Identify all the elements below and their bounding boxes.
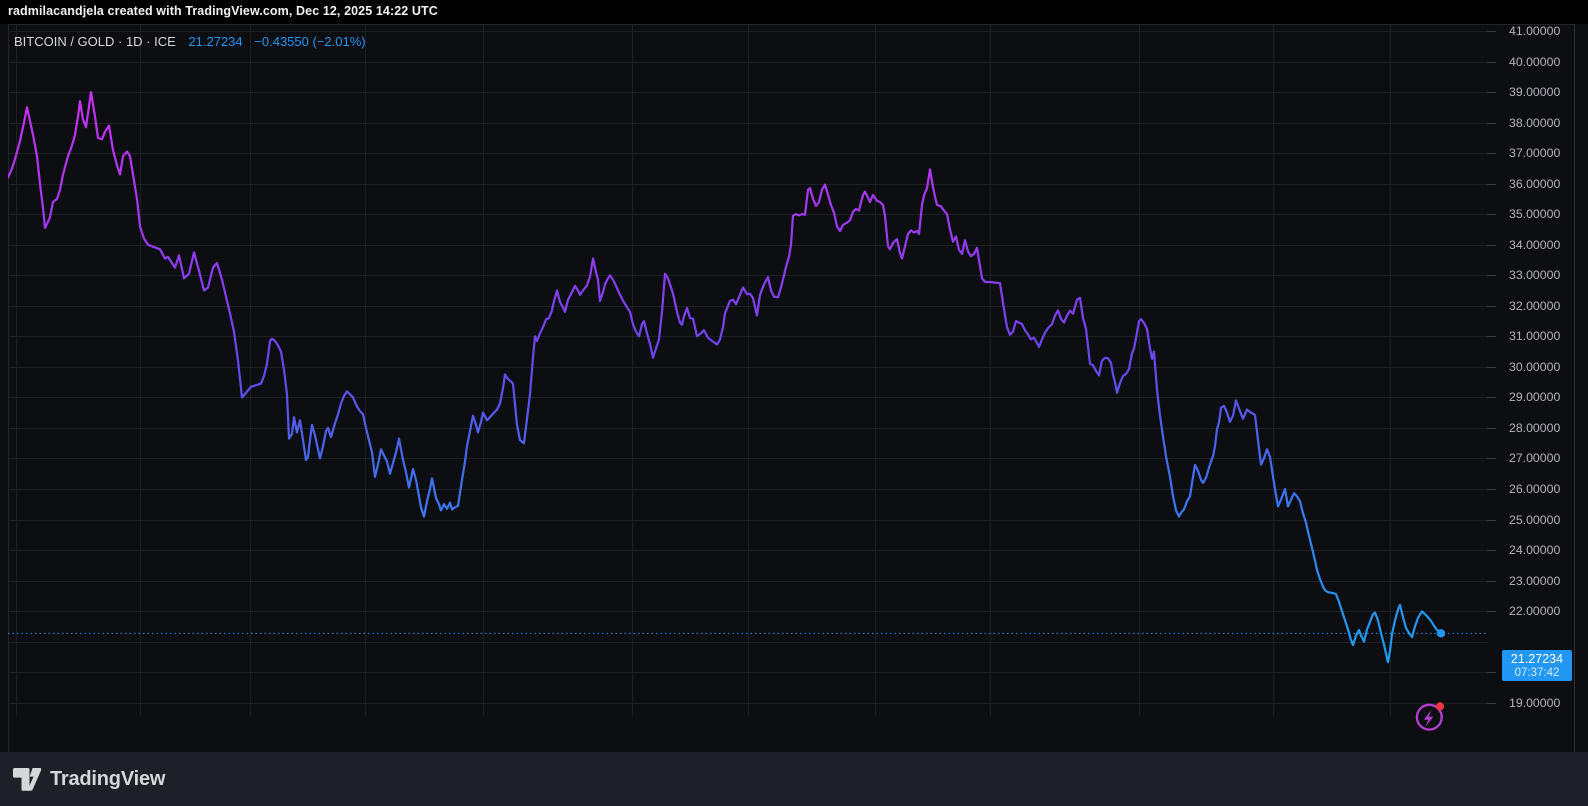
price-scale-tick bbox=[1487, 92, 1496, 94]
price-scale-tick bbox=[1487, 397, 1496, 399]
attribution-text: radmilacandjela created with TradingView… bbox=[8, 4, 438, 18]
price-pane-svg[interactable] bbox=[8, 24, 1488, 716]
price-scale-label: 28.00000 bbox=[1509, 420, 1561, 435]
price-scale-tick bbox=[1487, 550, 1496, 551]
price-scale-tick bbox=[1487, 305, 1496, 307]
price-scale-tick bbox=[1487, 153, 1496, 155]
price-scale-label: 27.00000 bbox=[1509, 451, 1561, 466]
price-scale-tick bbox=[1487, 611, 1496, 613]
price-scale-tick bbox=[1487, 489, 1496, 490]
price-scale-tick bbox=[1487, 336, 1496, 338]
tag-price: 21.27234 bbox=[1510, 652, 1564, 666]
price-scale-label: 35.00000 bbox=[1509, 207, 1561, 222]
price-scale-label: 34.00000 bbox=[1509, 237, 1561, 252]
price-scale-label: 39.00000 bbox=[1509, 85, 1561, 100]
flash-button[interactable] bbox=[1412, 700, 1448, 736]
price-scale-label: 25.00000 bbox=[1509, 512, 1561, 527]
price-scale-tick bbox=[1487, 31, 1496, 32]
price-scale-label: 24.00000 bbox=[1509, 543, 1561, 557]
last-price-value: 21.27234 bbox=[188, 34, 243, 49]
price-scale-label: 30.00000 bbox=[1509, 359, 1561, 374]
price-scale-tick bbox=[1487, 580, 1496, 582]
price-scale-label: 22.00000 bbox=[1509, 604, 1561, 619]
price-scale-tick bbox=[1487, 519, 1496, 521]
tradingview-mark-icon bbox=[13, 767, 41, 791]
symbol-title[interactable]: BITCOIN / GOLD · 1D · ICE bbox=[14, 34, 176, 49]
price-scale-label: 40.00000 bbox=[1509, 54, 1561, 69]
price-scale-label: 32.00000 bbox=[1509, 298, 1561, 313]
price-scale-label: 33.00000 bbox=[1509, 268, 1561, 283]
price-scale-tick bbox=[1487, 61, 1496, 63]
price-scale-tick bbox=[1487, 366, 1496, 368]
price-scale-label: 36.00000 bbox=[1509, 176, 1561, 191]
price-scale-tick bbox=[1487, 427, 1496, 429]
notification-dot bbox=[1435, 702, 1445, 711]
price-scale-label: 41.00000 bbox=[1509, 24, 1561, 38]
price-scale-label: 29.00000 bbox=[1509, 390, 1561, 405]
price-scale-border bbox=[1574, 24, 1575, 752]
price-scale-tick bbox=[1487, 275, 1496, 277]
price-scale-label: 38.00000 bbox=[1509, 115, 1561, 130]
price-scale-label: 26.00000 bbox=[1509, 482, 1561, 496]
chart-widget: BITCOIN / GOLD · 1D · ICE 21.27234 −0.43… bbox=[0, 24, 1588, 779]
price-scale-tick bbox=[1487, 122, 1496, 124]
last-price-tag: 21.27234 07:37:42 bbox=[1502, 650, 1572, 681]
price-scale-tick bbox=[1487, 458, 1496, 460]
tradingview-wordmark: TradingView bbox=[50, 767, 166, 790]
price-change-value: −0.43550 (−2.01%) bbox=[254, 34, 366, 49]
price-scale-label: 19.00000 bbox=[1509, 695, 1561, 710]
tradingview-snapshot: radmilacandjela created with TradingView… bbox=[0, 0, 1588, 806]
price-scale-tick bbox=[1487, 244, 1496, 246]
price-scale-tick bbox=[1487, 672, 1496, 674]
attribution-bar: radmilacandjela created with TradingView… bbox=[0, 0, 1588, 24]
price-scale-tick bbox=[1487, 183, 1496, 185]
price-scale-label: 37.00000 bbox=[1509, 146, 1561, 161]
footer-bar: TradingView bbox=[0, 752, 1588, 806]
price-scale-tick bbox=[1487, 702, 1496, 704]
tradingview-logo[interactable]: TradingView bbox=[13, 752, 165, 806]
tag-countdown: 07:37:42 bbox=[1514, 666, 1560, 679]
price-scale-tick bbox=[1487, 214, 1496, 216]
chart-legend: BITCOIN / GOLD · 1D · ICE 21.27234 −0.43… bbox=[14, 34, 366, 49]
price-scale-label: 23.00000 bbox=[1509, 573, 1561, 588]
price-scale-label: 31.00000 bbox=[1509, 329, 1561, 344]
